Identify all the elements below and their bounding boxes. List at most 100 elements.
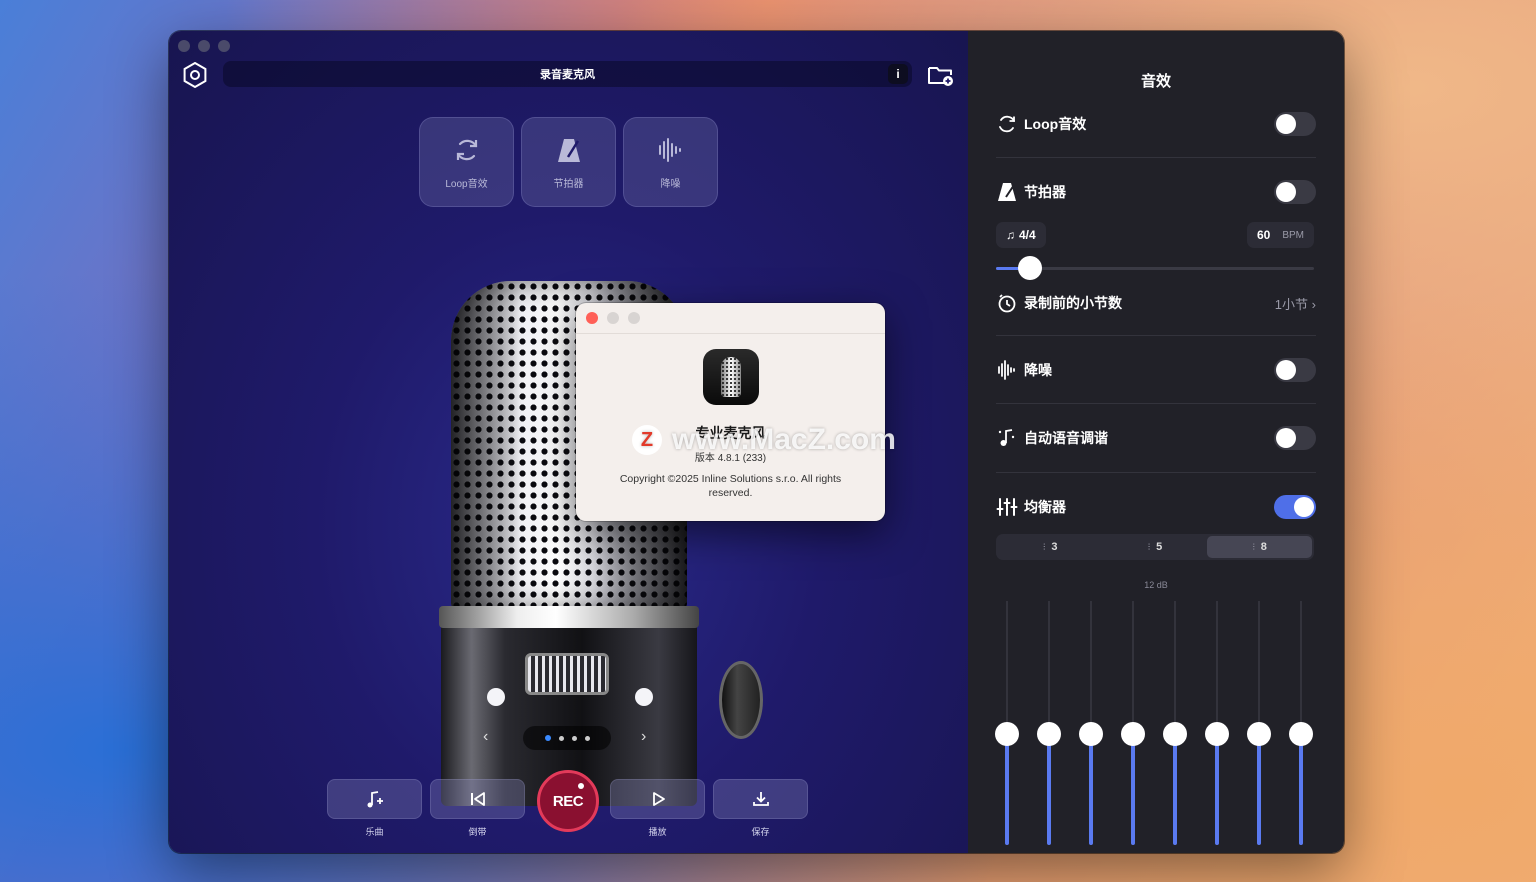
minimize-button[interactable] (198, 40, 210, 52)
autotune-toggle[interactable] (1274, 426, 1316, 450)
bpm-unit: BPM (1282, 229, 1304, 241)
eq-band-slider[interactable] (1121, 601, 1145, 845)
time-signature-selector[interactable]: ♫ 4/4 (996, 222, 1046, 248)
microphone-icon (721, 357, 741, 397)
page-dot[interactable] (544, 735, 551, 741)
tile-metronome[interactable]: 节拍器 (521, 117, 616, 207)
eq-band-fill (1215, 734, 1219, 845)
eq-band-thumb[interactable] (1163, 722, 1187, 746)
next-mic-button[interactable]: › (641, 728, 646, 746)
loop-icon (999, 115, 1015, 133)
close-button[interactable] (178, 40, 190, 52)
eq-band-slider[interactable] (995, 601, 1019, 845)
divider (996, 472, 1316, 473)
eq-band-fill (1299, 734, 1303, 845)
eq-band-thumb[interactable] (995, 722, 1019, 746)
play-button[interactable] (610, 779, 705, 819)
eq-band-fill (1131, 734, 1135, 845)
window-controls (178, 40, 230, 52)
count-in-label: 录制前的小节数 (1024, 295, 1122, 311)
window-title-bar: 录音麦克风 i (223, 61, 912, 87)
metronome-icon (557, 138, 580, 162)
settings-button[interactable] (182, 61, 208, 89)
tempo-slider-thumb[interactable] (1018, 256, 1042, 280)
equalizer-toggle[interactable] (1274, 495, 1316, 519)
eq-band-slider[interactable] (1037, 601, 1061, 845)
eq-option-5[interactable]: ⫶ 5 (1103, 536, 1208, 558)
eq-band-thumb[interactable] (1247, 722, 1271, 746)
equalizer-icon (996, 498, 1018, 516)
eq-option-8[interactable]: ⫶ 8 (1207, 536, 1313, 558)
count-in-row[interactable]: 录制前的小节数 1小节 › (996, 289, 1316, 317)
info-button[interactable]: i (888, 64, 908, 84)
tile-noise-label: 降噪 (660, 178, 681, 190)
equalizer-row: 均衡器 (996, 493, 1316, 521)
loop-icon (456, 139, 477, 160)
count-in-value-text: 1小节 (1274, 297, 1309, 312)
zoom-button[interactable] (218, 40, 230, 52)
skip-back-icon (470, 792, 485, 806)
page-dot[interactable] (584, 735, 590, 741)
chevron-right-icon: › (1311, 297, 1316, 312)
metronome-label: 节拍器 (1024, 184, 1066, 200)
eq-slider-icon: ⫶ (1147, 541, 1151, 552)
mic-screw-right (635, 688, 653, 706)
eq-band-count-selector: ⫶ 3 ⫶ 5 ⫶ 8 (996, 534, 1314, 560)
about-window-controls (586, 312, 640, 324)
equalizer-label: 均衡器 (1024, 499, 1066, 515)
loop-toggle[interactable] (1274, 112, 1316, 136)
eq-option-8-label: 8 (1260, 541, 1267, 553)
bpm-chip[interactable]: 60 BPM (1246, 222, 1314, 248)
tile-loop[interactable]: Loop音效 (419, 117, 514, 207)
eq-option-3-label: 3 (1051, 541, 1058, 553)
sidebar-title: 音效 (1140, 73, 1171, 90)
mic-vent (525, 653, 609, 695)
eq-band-fill (1257, 734, 1261, 845)
eq-band-slider[interactable] (1079, 601, 1103, 845)
mic-screw-left (487, 688, 505, 706)
eq-slider-icon: ⫶ (1043, 541, 1046, 552)
eq-band-slider[interactable] (1247, 601, 1271, 845)
save-label: 保存 (751, 827, 770, 837)
eq-db-label: 12 dB (1144, 580, 1168, 590)
eq-option-3[interactable]: ⫶ 3 (998, 536, 1103, 558)
eq-band-thumb[interactable] (1079, 722, 1103, 746)
rewind-button[interactable] (430, 779, 525, 819)
play-icon (652, 792, 665, 806)
eq-band-thumb[interactable] (1289, 722, 1313, 746)
divider (996, 403, 1316, 404)
eq-band-slider[interactable] (1289, 601, 1313, 845)
music-label: 乐曲 (365, 827, 384, 837)
eq-band-thumb[interactable] (1037, 722, 1061, 746)
tile-noise-reduction[interactable]: 降噪 (623, 117, 718, 207)
eq-band-thumb[interactable] (1121, 722, 1145, 746)
page-dot[interactable] (571, 735, 577, 741)
eq-band-slider[interactable] (1163, 601, 1187, 845)
tile-metronome-label: 节拍器 (553, 178, 584, 190)
about-close-button[interactable] (586, 312, 598, 324)
play-label: 播放 (648, 827, 667, 837)
music-button[interactable] (327, 779, 422, 819)
page-dot[interactable] (558, 735, 564, 741)
eq-band-fill (1173, 734, 1177, 845)
loop-label: Loop音效 (1024, 116, 1087, 132)
noise-toggle[interactable] (1274, 358, 1316, 382)
save-button[interactable] (713, 779, 808, 819)
app-icon (703, 349, 759, 405)
eq-option-5-label: 5 (1156, 541, 1163, 553)
waveform-icon (658, 137, 681, 162)
about-minimize-button (607, 312, 619, 324)
metronome-toggle[interactable] (1274, 180, 1316, 204)
eq-band-slider[interactable] (1205, 601, 1229, 845)
bpm-value: 60 (1256, 228, 1271, 242)
folder-add-icon (928, 67, 953, 86)
record-button[interactable]: REC (537, 770, 599, 832)
recordings-folder-button[interactable] (927, 61, 955, 89)
tempo-slider-track[interactable] (996, 267, 1314, 270)
eq-band-fill (1047, 734, 1051, 845)
loop-row: Loop音效 (996, 110, 1316, 138)
time-signature-value: 4/4 (1019, 228, 1036, 242)
waveform-icon (998, 360, 1015, 380)
eq-band-thumb[interactable] (1205, 722, 1229, 746)
prev-mic-button[interactable]: ‹ (483, 728, 488, 746)
